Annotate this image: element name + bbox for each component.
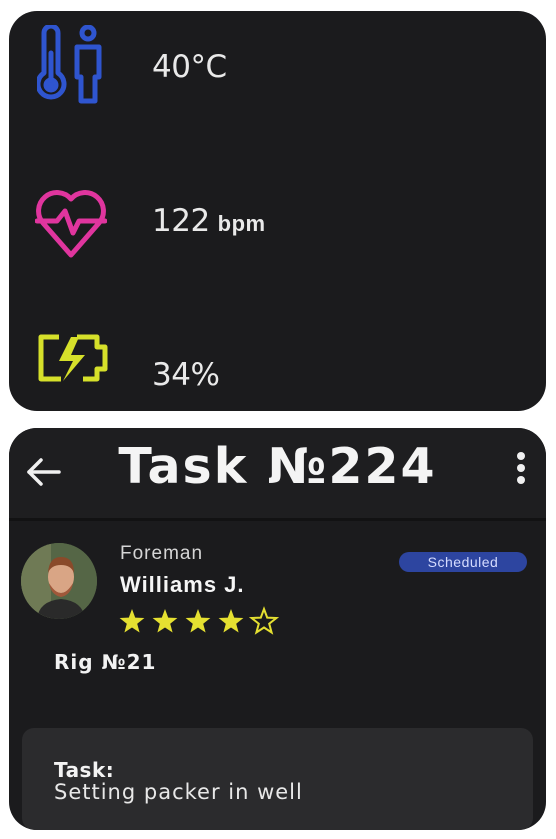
rig-label: Rig №21	[54, 650, 157, 674]
star-filled-icon	[152, 609, 178, 633]
task-label: Task:	[54, 758, 115, 782]
avatar-image	[21, 543, 97, 619]
heart-pulse-icon	[35, 190, 107, 258]
heart-rate-number: 122	[152, 203, 210, 239]
battery-value: 34%	[152, 357, 220, 393]
task-description: Setting packer in well	[54, 780, 303, 804]
heart-rate-unit: bpm	[217, 211, 266, 236]
more-vertical-icon[interactable]	[514, 452, 528, 494]
star-filled-icon	[185, 609, 211, 633]
header-divider	[9, 518, 546, 521]
heart-rate-row: 122 bpm	[9, 181, 546, 271]
status-badge: Scheduled	[399, 552, 527, 572]
temperature-row: 40°C	[9, 25, 546, 115]
star-filled-icon	[119, 609, 145, 633]
worker-role: Foreman	[120, 543, 204, 564]
temperature-value: 40°C	[152, 49, 227, 85]
battery-charging-icon	[38, 334, 108, 382]
battery-row: 34%	[9, 331, 546, 411]
task-details: Task: Setting packer in well	[22, 728, 533, 830]
task-header: Task №224	[9, 428, 546, 518]
thermometer-person-icon	[37, 25, 102, 104]
avatar	[21, 543, 97, 619]
rating-stars	[119, 606, 280, 635]
task-card: Task №224 Foreman Williams J. Scheduled …	[9, 428, 546, 830]
star-empty-icon	[248, 606, 280, 635]
heart-rate-value: 122 bpm	[152, 203, 266, 239]
star-filled-icon	[218, 609, 244, 633]
page-title: Task №224	[118, 438, 437, 495]
worker-name: Williams J.	[120, 572, 245, 597]
vitals-card: 40°C 122 bpm 34%	[9, 11, 546, 411]
